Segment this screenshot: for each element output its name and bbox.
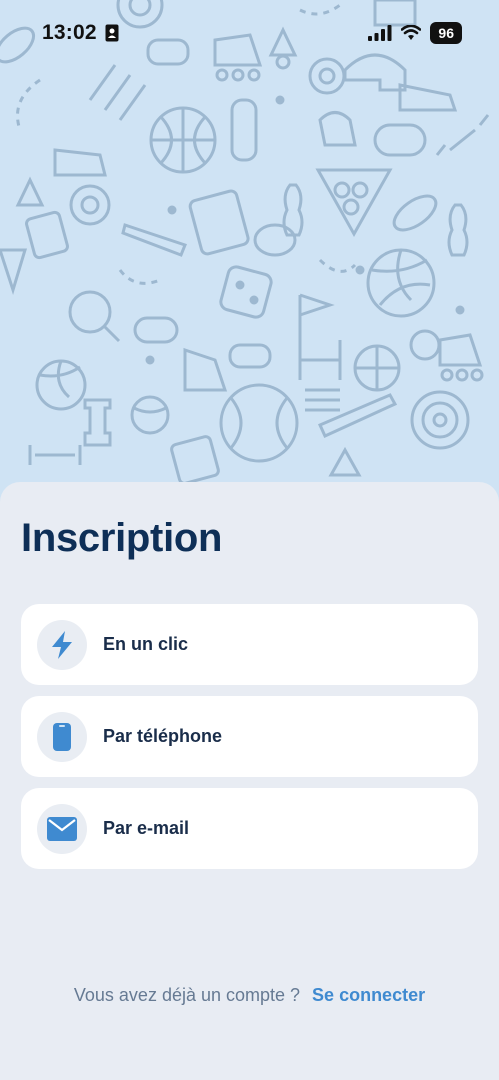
- icon-circle: [37, 619, 87, 670]
- dice-icon: [219, 265, 273, 319]
- dumbbell-icon: [435, 114, 490, 156]
- skateboard-icon: [230, 98, 258, 162]
- sneaker-icon: [53, 148, 107, 177]
- icon-circle: [37, 803, 87, 854]
- page-title: Inscription: [21, 516, 223, 560]
- eight-ball-icon: [69, 184, 111, 226]
- volleyball-icon: [35, 359, 87, 411]
- wifi-icon: [401, 25, 422, 40]
- tennis-ball-icon: [130, 395, 170, 435]
- chess-rook-icon: [83, 398, 112, 447]
- racket-icon: [253, 223, 297, 257]
- dumbbell-icon: [28, 445, 82, 465]
- rollerblade-icon: [438, 333, 484, 382]
- sneaker-icon: [398, 83, 458, 112]
- battery-icon: 96: [430, 22, 462, 44]
- golf-flag-icon: [298, 293, 335, 355]
- status-bar: 13:02 96: [0, 0, 499, 66]
- ice-cream-icon: [0, 248, 28, 296]
- baseball-bat-icon: [121, 223, 187, 257]
- curling-stone-icon: [373, 123, 427, 157]
- rugby-ball-icon: [392, 194, 438, 232]
- shuttlecock-icon: [15, 176, 45, 207]
- volleyball-icon: [366, 248, 436, 318]
- billiard-rack-icon: [315, 168, 393, 238]
- contact-card-icon: [105, 24, 119, 42]
- target-icon: [410, 390, 470, 450]
- sports-pattern-illustration: [0, 0, 490, 485]
- sneaker-icon: [183, 347, 228, 392]
- email-label: Par e-mail: [103, 818, 190, 838]
- cellular-signal-icon: [368, 25, 392, 41]
- phone-signup-button[interactable]: Par téléphone: [21, 696, 478, 777]
- goggles-icon: [228, 343, 272, 369]
- baseball-icon: [219, 383, 299, 463]
- playing-cards-icon: [25, 210, 69, 260]
- lightning-bolt-icon: [52, 630, 72, 659]
- one-click-label: En un clic: [103, 634, 189, 654]
- rugby-goal-icon: [298, 340, 342, 380]
- shuttlecock-icon: [328, 446, 362, 477]
- ping-pong-paddle-icon: [68, 290, 121, 343]
- phone-label: Par téléphone: [103, 726, 223, 746]
- icon-circle: [37, 711, 87, 762]
- login-prompt: Vous avez déjà un compte ? Se connecter: [0, 985, 499, 1006]
- playing-cards-icon: [170, 435, 220, 485]
- sled-icon: [305, 388, 340, 412]
- login-link[interactable]: Se connecter: [312, 985, 425, 1005]
- game-controller-icon: [133, 316, 179, 344]
- bowling-pin-icon: [447, 203, 469, 257]
- hockey-stick-icon: [88, 64, 147, 121]
- tennis-ball-icon: [409, 329, 441, 361]
- email-signup-button[interactable]: Par e-mail: [21, 788, 478, 869]
- envelope-icon: [47, 816, 77, 841]
- basketball-icon: [149, 106, 217, 174]
- one-click-signup-button[interactable]: En un clic: [21, 604, 478, 685]
- status-time: 13:02: [42, 21, 97, 44]
- chess-knight-icon: [318, 111, 357, 147]
- playing-cards-icon: [188, 189, 250, 256]
- login-prompt-text: Vous avez déjà un compte ?: [73, 985, 301, 1005]
- hero-sports-pattern: 13:02 96: [0, 0, 499, 520]
- signup-sheet: Inscription En un clic Par téléphone Par…: [0, 482, 499, 1080]
- basketball-icon: [353, 344, 401, 392]
- phone-icon: [53, 722, 71, 751]
